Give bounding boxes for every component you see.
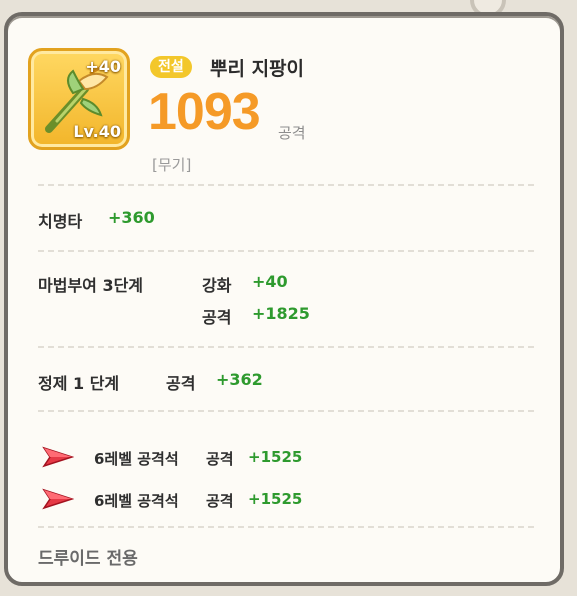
gem-stat-value: +1525 bbox=[248, 448, 303, 466]
refine-stat-value: +362 bbox=[216, 370, 263, 389]
gem-stat-key: 공격 bbox=[206, 450, 234, 468]
red-gem-icon bbox=[42, 488, 74, 510]
enchant-stat-key: 공격 bbox=[202, 308, 232, 327]
class-restriction: 드루이드 전용 bbox=[38, 549, 138, 569]
attack-power-label: 공격 bbox=[278, 124, 306, 142]
refine-label: 정제 1 단계 bbox=[38, 374, 120, 393]
item-tooltip-card: +40 Lv.40 전설 뿌리 지팡이 1093 공격 [무기] 치명타 +36… bbox=[4, 12, 564, 586]
item-category: [무기] bbox=[152, 156, 192, 174]
refine-stat-key: 공격 bbox=[166, 374, 196, 393]
divider bbox=[38, 526, 534, 528]
divider bbox=[38, 250, 534, 252]
critical-value: +360 bbox=[108, 208, 155, 227]
divider bbox=[38, 410, 534, 412]
divider bbox=[38, 184, 534, 186]
gem-name: 6레벨 공격석 bbox=[94, 450, 179, 468]
gem-name: 6레벨 공격석 bbox=[94, 492, 179, 510]
enchant-stat-value: +1825 bbox=[252, 304, 310, 323]
gem-stat-key: 공격 bbox=[206, 492, 234, 510]
red-gem-icon bbox=[42, 446, 74, 468]
grade-badge: 전설 bbox=[150, 56, 192, 78]
enchant-stat-key: 강화 bbox=[202, 276, 232, 295]
enhance-level-badge: +40 bbox=[85, 57, 121, 76]
divider bbox=[38, 346, 534, 348]
enchant-stat-value: +40 bbox=[252, 272, 288, 291]
item-name: 뿌리 지팡이 bbox=[210, 58, 305, 80]
attack-power: 1093 bbox=[148, 83, 261, 141]
item-icon: +40 Lv.40 bbox=[28, 48, 130, 150]
enchant-label: 마법부여 3단계 bbox=[38, 276, 144, 295]
gem-stat-value: +1525 bbox=[248, 490, 303, 508]
critical-label: 치명타 bbox=[38, 212, 83, 231]
item-level-badge: Lv.40 bbox=[73, 122, 121, 141]
